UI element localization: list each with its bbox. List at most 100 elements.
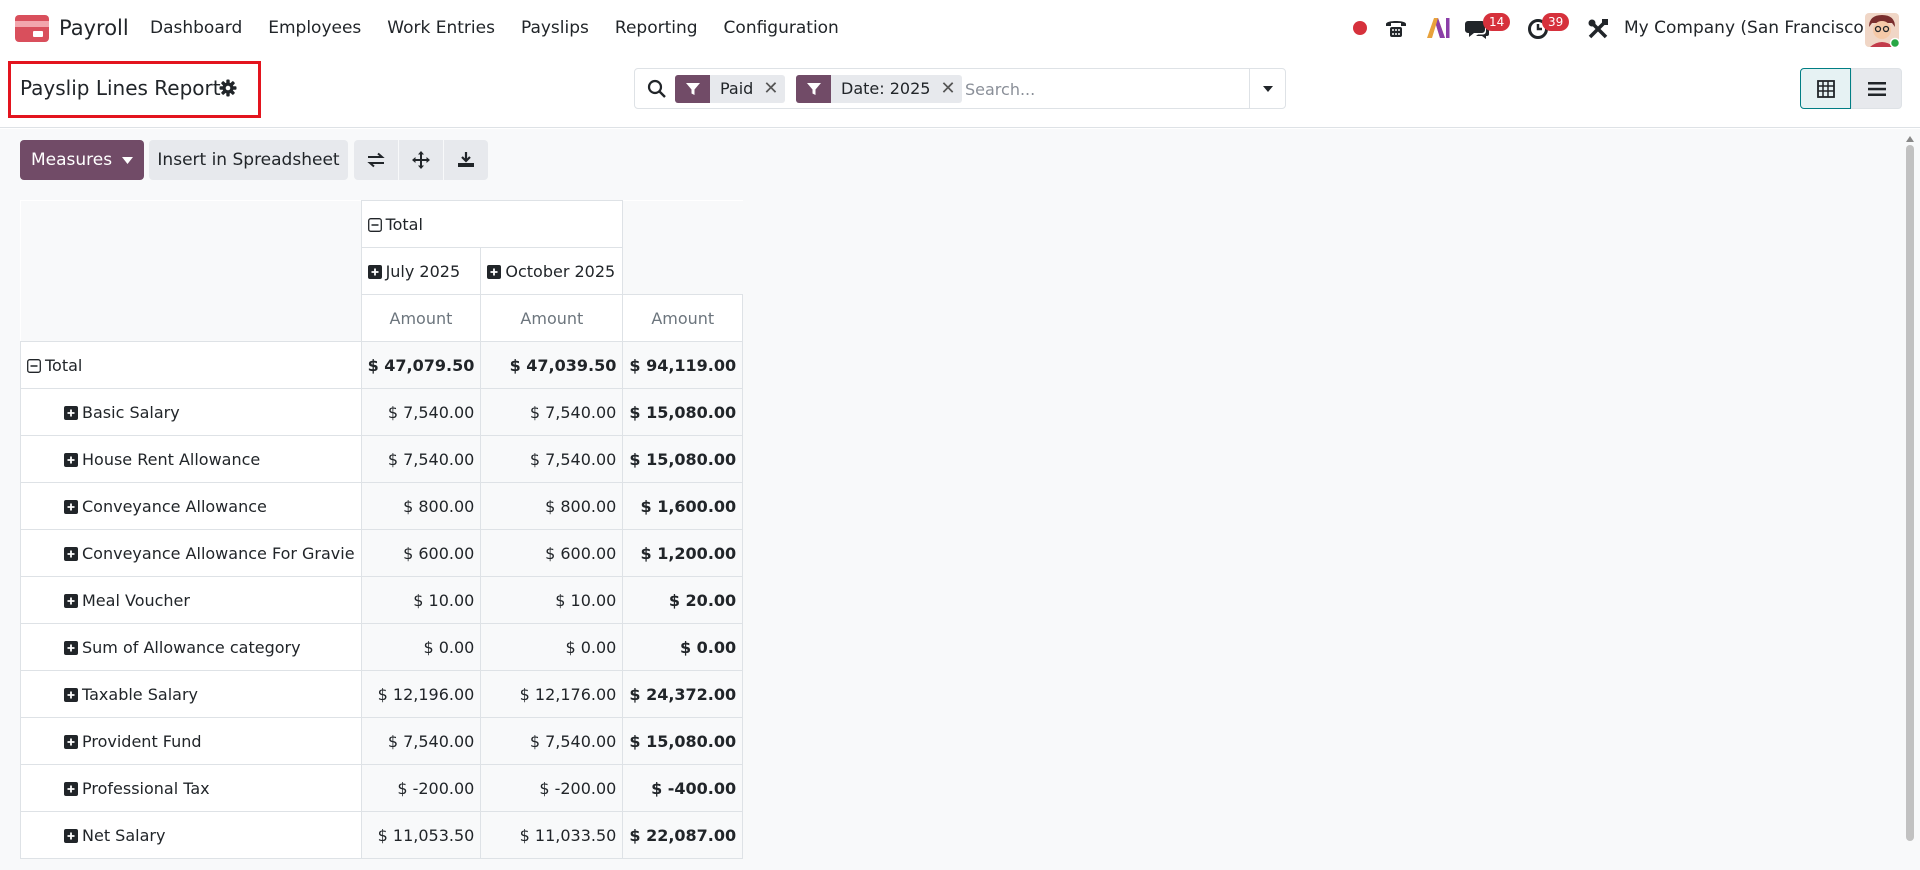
row-header[interactable]: Conveyance Allowance For Gravie bbox=[20, 529, 362, 577]
row-total-cell[interactable]: $ 15,080.00 bbox=[622, 388, 744, 436]
header-label: July 2025 bbox=[385, 261, 461, 281]
value-cell[interactable]: $ 7,540.00 bbox=[480, 388, 624, 436]
value-cell[interactable]: $ 0.00 bbox=[360, 623, 482, 671]
menu-item-reporting[interactable]: Reporting bbox=[615, 18, 698, 38]
value-cell[interactable]: $ -200.00 bbox=[480, 764, 624, 812]
row-header[interactable]: Taxable Salary bbox=[20, 670, 362, 718]
flip-axis-button[interactable] bbox=[354, 140, 398, 180]
expand-icon bbox=[64, 781, 78, 796]
expand-icon bbox=[64, 734, 78, 749]
row-header[interactable]: Conveyance Allowance bbox=[20, 482, 362, 530]
value-cell[interactable]: $ 800.00 bbox=[480, 482, 624, 530]
menu-item-work-entries[interactable]: Work Entries bbox=[387, 18, 495, 38]
row-total-cell[interactable]: $ 0.00 bbox=[622, 623, 744, 671]
col-header-october-2025[interactable]: October 2025 bbox=[480, 247, 624, 295]
payroll-app-icon[interactable] bbox=[15, 15, 49, 42]
value-cell[interactable]: $ 800.00 bbox=[360, 482, 482, 530]
row-header[interactable]: House Rent Allowance bbox=[20, 435, 362, 483]
value-cell[interactable]: $ -200.00 bbox=[360, 764, 482, 812]
phone-icon[interactable] bbox=[1384, 17, 1408, 39]
search-icon[interactable] bbox=[647, 79, 667, 99]
row-label: Total bbox=[45, 355, 83, 375]
expand-icon bbox=[64, 640, 78, 655]
list-icon bbox=[1867, 81, 1886, 96]
menu-item-employees[interactable]: Employees bbox=[268, 18, 361, 38]
value-cell[interactable]: $ 7,540.00 bbox=[480, 435, 624, 483]
company-switcher[interactable]: My Company (San Francisco) bbox=[1624, 18, 1870, 38]
row-total-cell[interactable]: $ 15,080.00 bbox=[622, 717, 744, 765]
recording-dot-icon[interactable] bbox=[1352, 20, 1368, 36]
row-header[interactable]: Meal Voucher bbox=[20, 576, 362, 624]
insert-in-spreadsheet-button[interactable]: Insert in Spreadsheet bbox=[149, 140, 348, 180]
col-header-total[interactable]: Total bbox=[360, 200, 624, 248]
value-cell[interactable]: $ 11,053.50 bbox=[360, 811, 482, 859]
value-cell[interactable]: $ 600.00 bbox=[360, 529, 482, 577]
measure-header[interactable]: Amount bbox=[480, 294, 624, 342]
value-cell[interactable]: $ 10.00 bbox=[480, 576, 624, 624]
row-total-cell[interactable]: $ 94,119.00 bbox=[622, 341, 744, 389]
row-total-cell[interactable]: $ 1,600.00 bbox=[622, 482, 744, 530]
remove-facet-icon[interactable]: ✕ bbox=[763, 75, 785, 103]
value-cell[interactable]: $ 7,540.00 bbox=[360, 388, 482, 436]
scroll-up-arrow[interactable] bbox=[1906, 136, 1914, 142]
row-label: Basic Salary bbox=[82, 402, 180, 422]
measures-button[interactable]: Measures bbox=[20, 140, 144, 180]
list-view-button[interactable] bbox=[1851, 68, 1902, 109]
row-total-cell[interactable]: $ -400.00 bbox=[622, 764, 744, 812]
app-name[interactable]: Payroll bbox=[59, 16, 129, 40]
search-facet-paid: Paid ✕ bbox=[675, 75, 786, 103]
value-cell[interactable]: $ 47,079.50 bbox=[360, 341, 482, 389]
row-total-cell[interactable]: $ 15,080.00 bbox=[622, 435, 744, 483]
pivot-view-button[interactable] bbox=[1800, 68, 1851, 109]
search-input[interactable] bbox=[965, 77, 1245, 101]
vertical-scrollbar[interactable] bbox=[1906, 145, 1914, 841]
page-title: Payslip Lines Report bbox=[20, 76, 221, 100]
col-header-july-2025[interactable]: July 2025 bbox=[360, 247, 482, 295]
menu-item-payslips[interactable]: Payslips bbox=[521, 18, 589, 38]
value-cell[interactable]: $ 47,039.50 bbox=[480, 341, 624, 389]
value-cell[interactable]: $ 7,540.00 bbox=[360, 435, 482, 483]
measure-header[interactable]: Amount bbox=[360, 294, 482, 342]
value-cell[interactable]: $ 7,540.00 bbox=[360, 717, 482, 765]
remove-facet-icon[interactable]: ✕ bbox=[940, 75, 962, 103]
tools-icon[interactable] bbox=[1587, 18, 1609, 40]
value-cell[interactable]: $ 600.00 bbox=[480, 529, 624, 577]
caret-down-icon bbox=[122, 156, 134, 164]
row-header[interactable]: Total bbox=[20, 341, 362, 389]
value-cell[interactable]: $ 7,540.00 bbox=[480, 717, 624, 765]
row-header[interactable]: Net Salary bbox=[20, 811, 362, 859]
gear-icon[interactable] bbox=[219, 79, 237, 97]
row-header[interactable]: Basic Salary bbox=[20, 388, 362, 436]
row-total-cell[interactable]: $ 20.00 bbox=[622, 576, 744, 624]
row-total-cell[interactable]: $ 22,087.00 bbox=[622, 811, 744, 859]
value-cell[interactable]: $ 12,196.00 bbox=[360, 670, 482, 718]
caret-down-icon bbox=[1262, 85, 1273, 92]
value-cell[interactable]: $ 11,033.50 bbox=[480, 811, 624, 859]
row-total-cell[interactable]: $ 24,372.00 bbox=[622, 670, 744, 718]
download-icon bbox=[458, 152, 474, 167]
value-cell[interactable]: $ 0.00 bbox=[480, 623, 624, 671]
row-header[interactable]: Sum of Allowance category bbox=[20, 623, 362, 671]
ai-icon[interactable] bbox=[1426, 17, 1450, 39]
collapse-icon bbox=[367, 217, 382, 232]
value-cell[interactable]: $ 12,176.00 bbox=[480, 670, 624, 718]
expand-all-button[interactable] bbox=[399, 140, 443, 180]
row-header[interactable]: Provident Fund bbox=[20, 717, 362, 765]
pivot-row-total: Total $ 47,079.50 $ 47,039.50 $ 94,119.00 bbox=[20, 341, 744, 389]
user-avatar[interactable] bbox=[1865, 13, 1899, 47]
value-cell[interactable]: $ 10.00 bbox=[360, 576, 482, 624]
top-navbar: Payroll Dashboard Employees Work Entries… bbox=[0, 0, 1920, 58]
row-header[interactable]: Professional Tax bbox=[20, 764, 362, 812]
row-total-cell[interactable]: $ 1,200.00 bbox=[622, 529, 744, 577]
search-options-toggle[interactable] bbox=[1249, 69, 1285, 108]
messages-count-badge: 14 bbox=[1483, 13, 1511, 31]
table-row: Net Salary $ 11,053.50 $ 11,033.50 $ 22,087… bbox=[20, 811, 744, 859]
pivot-body: Total $ 47,079.50 $ 47,039.50 $ 94,119.00 Ba… bbox=[20, 341, 744, 859]
table-row: Basic Salary $ 7,540.00 $ 7,540.00 $ 15,080… bbox=[20, 388, 744, 436]
expand-icon bbox=[64, 593, 78, 608]
menu-item-dashboard[interactable]: Dashboard bbox=[150, 18, 242, 38]
expand-icon bbox=[487, 264, 502, 279]
menu-item-configuration[interactable]: Configuration bbox=[724, 18, 839, 38]
download-button[interactable] bbox=[444, 140, 488, 180]
measure-header[interactable]: Amount bbox=[622, 294, 744, 342]
